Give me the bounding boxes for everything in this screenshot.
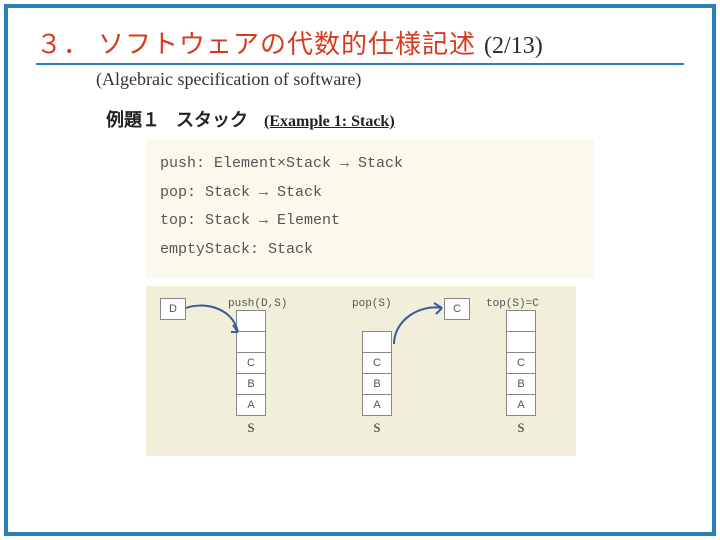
element-c-label: C bbox=[453, 303, 461, 315]
stack-1-cell-4: A bbox=[236, 394, 266, 416]
title-main: ソフトウェアの代数的仕様記述 bbox=[98, 24, 476, 61]
signature-box: push: Element×Stack → Stack pop: Stack →… bbox=[146, 140, 594, 278]
stack-1-cell-3: B bbox=[236, 373, 266, 395]
stack-1-cell-2: C bbox=[236, 352, 266, 374]
stack-1-label: S bbox=[247, 420, 254, 436]
sig-empty: emptyStack: Stack bbox=[160, 236, 580, 265]
example-number-jp: 例題１ bbox=[106, 106, 160, 132]
stack-2-cell-0 bbox=[362, 331, 392, 353]
stack-3-cell-4: A bbox=[506, 394, 536, 416]
stack-3-cell-2: C bbox=[506, 352, 536, 374]
example-heading: 例題１ スタック (Example 1: Stack) bbox=[106, 106, 684, 132]
stack-2-cell-2: B bbox=[362, 373, 392, 395]
stack-3-cell-3: B bbox=[506, 373, 536, 395]
stack-3: C B A S bbox=[506, 311, 536, 436]
stack-3-cell-1 bbox=[506, 331, 536, 353]
slide-frame: ３． ソフトウェアの代数的仕様記述 (2/13) (Algebraic spec… bbox=[4, 4, 716, 536]
push-arrow-icon bbox=[182, 300, 242, 342]
title-row: ３． ソフトウェアの代数的仕様記述 (2/13) bbox=[36, 24, 684, 65]
sig-pop: pop: Stack → Stack bbox=[160, 179, 580, 208]
stack-2-cell-3: A bbox=[362, 394, 392, 416]
op-pop-label: pop(S) bbox=[352, 298, 392, 310]
stack-diagram: D push(D,S) pop(S) top(S)=C C C B A S C … bbox=[146, 286, 576, 456]
example-name-jp: スタック bbox=[176, 106, 248, 132]
element-d-label: D bbox=[169, 303, 177, 315]
section-number: ３． bbox=[36, 24, 90, 61]
sig-top: top: Stack → Element bbox=[160, 207, 580, 236]
stack-2-label: S bbox=[373, 420, 380, 436]
stack-2: C B A S bbox=[362, 332, 392, 436]
op-top-label: top(S)=C bbox=[486, 298, 539, 310]
subtitle: (Algebraic specification of software) bbox=[96, 69, 684, 90]
example-name-en: (Example 1: Stack) bbox=[264, 113, 395, 131]
stack-2-cell-1: C bbox=[362, 352, 392, 374]
sig-push: push: Element×Stack → Stack bbox=[160, 150, 580, 179]
pop-arrow-icon bbox=[390, 300, 450, 350]
stack-3-cell-0 bbox=[506, 310, 536, 332]
stack-3-label: S bbox=[517, 420, 524, 436]
page-indicator: (2/13) bbox=[484, 33, 543, 60]
